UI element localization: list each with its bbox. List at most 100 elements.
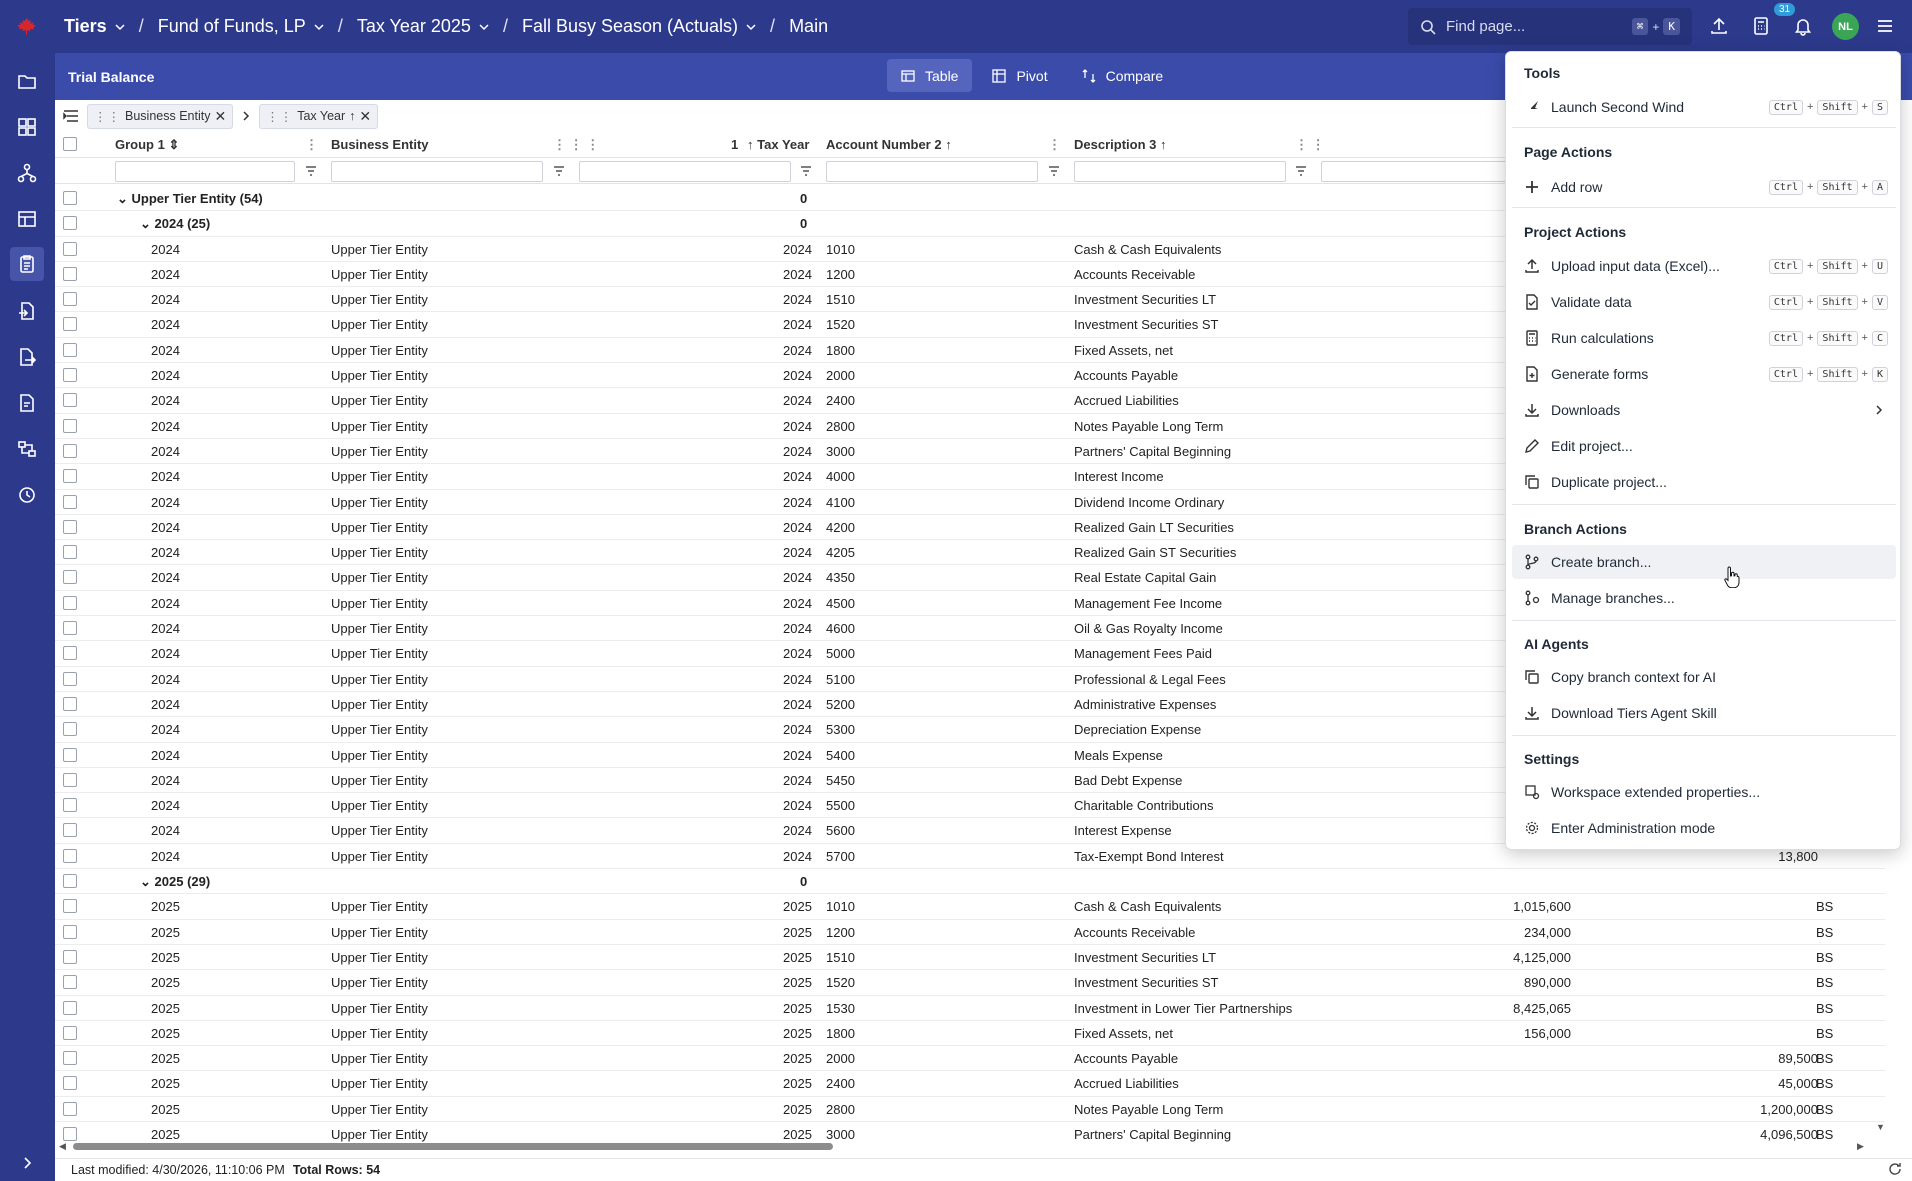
menu-item-downloads[interactable]: Downloads — [1512, 393, 1896, 427]
menu-item-edit-project[interactable]: Edit project... — [1512, 429, 1896, 463]
row-checkbox[interactable] — [63, 266, 77, 281]
chevron-down-icon[interactable]: ⌄ — [117, 191, 128, 206]
table-row[interactable]: 2025 Upper Tier Entity 2025 1510 Investment … — [55, 945, 1885, 971]
document-edit-icon[interactable] — [13, 389, 41, 417]
row-checkbox[interactable] — [63, 292, 77, 307]
group-chip-business-entity[interactable]: ⋮⋮ Business Entity ✕ — [87, 103, 234, 129]
group-chip-tax-year[interactable]: ⋮⋮ Tax Year ↑ ✕ — [259, 103, 379, 129]
menu-item-copy-branch-context[interactable]: Copy branch context for AI — [1512, 660, 1896, 694]
drag-handle-icon[interactable]: ⋮⋮ — [94, 109, 121, 124]
maple-leaf-logo-icon[interactable] — [0, 0, 54, 53]
row-checkbox[interactable] — [63, 494, 77, 509]
menu-item-workspace-properties[interactable]: Workspace extended properties... — [1512, 775, 1896, 809]
column-header-group[interactable]: Group 1 ⇕ — [115, 137, 179, 153]
breadcrumb-season[interactable]: Fall Busy Season (Actuals) — [512, 16, 766, 37]
group-panel-icon[interactable] — [63, 109, 79, 123]
row-checkbox[interactable] — [63, 342, 77, 357]
row-checkbox[interactable] — [63, 418, 77, 433]
row-checkbox[interactable] — [63, 393, 77, 408]
row-checkbox[interactable] — [63, 191, 77, 205]
menu-item-duplicate-project[interactable]: Duplicate project... — [1512, 465, 1896, 499]
horizontal-scrollbar[interactable]: ◀ ▶ — [55, 1141, 1870, 1151]
breadcrumb-fund[interactable]: Fund of Funds, LP — [148, 16, 334, 37]
row-checkbox[interactable] — [63, 469, 77, 484]
org-chart-icon[interactable] — [13, 159, 41, 187]
column-menu-icon[interactable]: ⋮ — [1048, 137, 1061, 153]
row-checkbox[interactable] — [63, 747, 77, 762]
filter-icon[interactable] — [1295, 165, 1307, 177]
menu-item-generate-forms[interactable]: Generate forms Ctrl + Shift + K — [1512, 357, 1896, 391]
refresh-icon[interactable] — [1888, 1162, 1902, 1179]
filter-input-group[interactable] — [115, 161, 295, 182]
row-checkbox[interactable] — [63, 1076, 77, 1091]
hamburger-menu-icon[interactable] — [1873, 14, 1897, 38]
row-checkbox[interactable] — [63, 519, 77, 534]
menu-item-add-row[interactable]: Add row Ctrl + Shift + A — [1512, 170, 1896, 204]
row-checkbox[interactable] — [63, 216, 77, 231]
column-header-business-entity[interactable]: Business Entity — [331, 137, 429, 152]
column-header-tax-year[interactable]: ↑ Tax Year — [747, 137, 809, 152]
table-row[interactable]: 2025 Upper Tier Entity 2025 2000 Accounts Pa… — [55, 1046, 1885, 1072]
row-checkbox[interactable] — [63, 899, 77, 914]
column-header-account-number[interactable]: Account Number 2 ↑ — [826, 137, 952, 152]
row-checkbox[interactable] — [63, 1126, 77, 1141]
filter-icon[interactable] — [305, 165, 317, 177]
row-checkbox[interactable] — [63, 671, 77, 686]
filter-input-extra[interactable] — [1321, 161, 1533, 182]
menu-item-launch-second-wind[interactable]: Launch Second Wind Ctrl + Shift + S — [1512, 90, 1896, 124]
dashboard-icon[interactable] — [13, 113, 41, 141]
row-checkbox[interactable] — [63, 443, 77, 458]
workflow-icon[interactable] — [13, 435, 41, 463]
row-checkbox[interactable] — [63, 823, 77, 838]
chevron-down-icon[interactable]: ⌄ — [140, 874, 151, 889]
table-row[interactable]: 2025 Upper Tier Entity 2025 2400 Accrued Lia… — [55, 1071, 1885, 1097]
select-all-checkbox[interactable] — [63, 137, 77, 151]
filter-input-tax-year[interactable] — [579, 161, 791, 182]
table-row[interactable]: 2025 Upper Tier Entity 2025 1520 Investment … — [55, 970, 1885, 996]
row-checkbox[interactable] — [63, 1051, 77, 1066]
scroll-right-arrow-icon[interactable]: ▶ — [1857, 1141, 1864, 1152]
row-checkbox[interactable] — [63, 1101, 77, 1116]
menu-item-admin-mode[interactable]: Enter Administration mode — [1512, 811, 1896, 845]
row-checkbox[interactable] — [63, 924, 77, 939]
history-icon[interactable] — [13, 481, 41, 509]
sort-toggle-icon[interactable]: ⇕ — [168, 137, 179, 152]
close-icon[interactable]: ✕ — [214, 108, 226, 125]
column-menu-icon[interactable]: ⋮ ⋮ — [1295, 137, 1325, 153]
filter-input-account-number[interactable] — [826, 161, 1038, 182]
column-header-description[interactable]: Description 3 ↑ — [1074, 137, 1166, 152]
group-row-2025[interactable]: ⌄ 2025 (29) 0 — [55, 869, 1885, 895]
sort-ascending-icon[interactable]: ↑ — [349, 109, 355, 123]
table-row[interactable]: 2025 Upper Tier Entity 2025 2800 Notes Payab… — [55, 1097, 1885, 1122]
chevron-down-icon[interactable]: ⌄ — [140, 216, 151, 231]
search-input[interactable]: Find page... ⌘ + K — [1408, 8, 1692, 45]
filter-input-description[interactable] — [1074, 161, 1286, 182]
menu-item-download-agent-skill[interactable]: Download Tiers Agent Skill — [1512, 696, 1896, 730]
clipboard-icon[interactable] — [10, 247, 44, 281]
row-checkbox[interactable] — [63, 241, 77, 256]
column-menu-icon[interactable]: ⋮ — [305, 137, 318, 153]
row-checkbox[interactable] — [63, 317, 77, 332]
filter-input-business-entity[interactable] — [331, 161, 543, 182]
row-checkbox[interactable] — [63, 570, 77, 585]
table-row[interactable]: 2025 Upper Tier Entity 2025 1200 Accounts Re… — [55, 920, 1885, 945]
breadcrumb-tax-year[interactable]: Tax Year 2025 — [347, 16, 499, 37]
breadcrumb-app[interactable]: Tiers — [54, 16, 135, 37]
calculator-icon[interactable] — [1749, 14, 1773, 38]
table-row[interactable]: 2025 Upper Tier Entity 2025 3000 Partners' C… — [55, 1122, 1885, 1142]
row-checkbox[interactable] — [63, 646, 77, 661]
row-checkbox[interactable] — [63, 595, 77, 610]
row-checkbox[interactable] — [63, 772, 77, 787]
column-menu-icon[interactable]: ⋮ ⋮ ⋮ — [553, 137, 599, 153]
row-checkbox[interactable] — [63, 975, 77, 990]
notifications-icon[interactable] — [1791, 14, 1815, 38]
row-checkbox[interactable] — [63, 722, 77, 737]
expand-rail-icon[interactable] — [13, 1149, 41, 1177]
row-checkbox[interactable] — [63, 545, 77, 560]
filter-icon[interactable] — [800, 165, 812, 177]
row-checkbox[interactable] — [63, 798, 77, 813]
row-checkbox[interactable] — [63, 368, 77, 383]
row-checkbox[interactable] — [63, 848, 77, 863]
table-row[interactable]: 2025 Upper Tier Entity 2025 1010 Cash & Cash… — [55, 894, 1885, 920]
row-checkbox[interactable] — [63, 621, 77, 636]
